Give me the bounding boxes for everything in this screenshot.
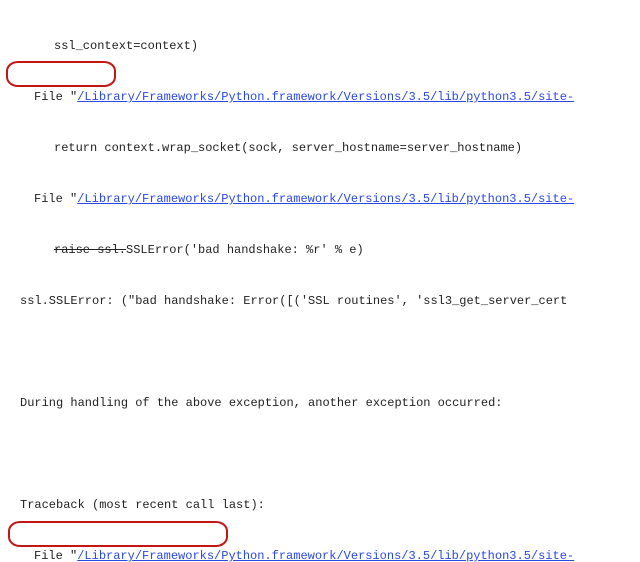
struck-text: raise ssl. <box>54 243 126 257</box>
traceback-output: ssl_context=context) File "/Library/Fram… <box>0 0 640 562</box>
file-line: File "/Library/Frameworks/Python.framewo… <box>0 548 640 562</box>
file-prefix: File " <box>34 90 77 104</box>
file-path-link[interactable]: /Library/Frameworks/Python.framework/Ver… <box>77 549 574 562</box>
file-prefix: File " <box>34 549 77 562</box>
blank-line <box>0 344 640 361</box>
error-line: ssl.SSLError: ("bad handshake: Error([('… <box>0 293 640 310</box>
exception-separator: During handling of the above exception, … <box>0 395 640 412</box>
code-line: raise ssl.SSLError('bad handshake: %r' %… <box>0 242 640 259</box>
error-name: ssl.SSLError: <box>20 294 114 308</box>
file-line: File "/Library/Frameworks/Python.framewo… <box>0 191 640 208</box>
code-line: return context.wrap_socket(sock, server_… <box>0 140 640 157</box>
error-message: ("bad handshake: Error([('SSL routines',… <box>114 294 568 308</box>
code-text: SSLError('bad handshake: %r' % e) <box>126 243 364 257</box>
file-path-link[interactable]: /Library/Frameworks/Python.framework/Ver… <box>77 192 574 206</box>
file-line: File "/Library/Frameworks/Python.framewo… <box>0 89 640 106</box>
code-line: ssl_context=context) <box>0 38 640 55</box>
file-path-link[interactable]: /Library/Frameworks/Python.framework/Ver… <box>77 90 574 104</box>
blank-line <box>0 446 640 463</box>
file-prefix: File " <box>34 192 77 206</box>
traceback-header: Traceback (most recent call last): <box>0 497 640 514</box>
